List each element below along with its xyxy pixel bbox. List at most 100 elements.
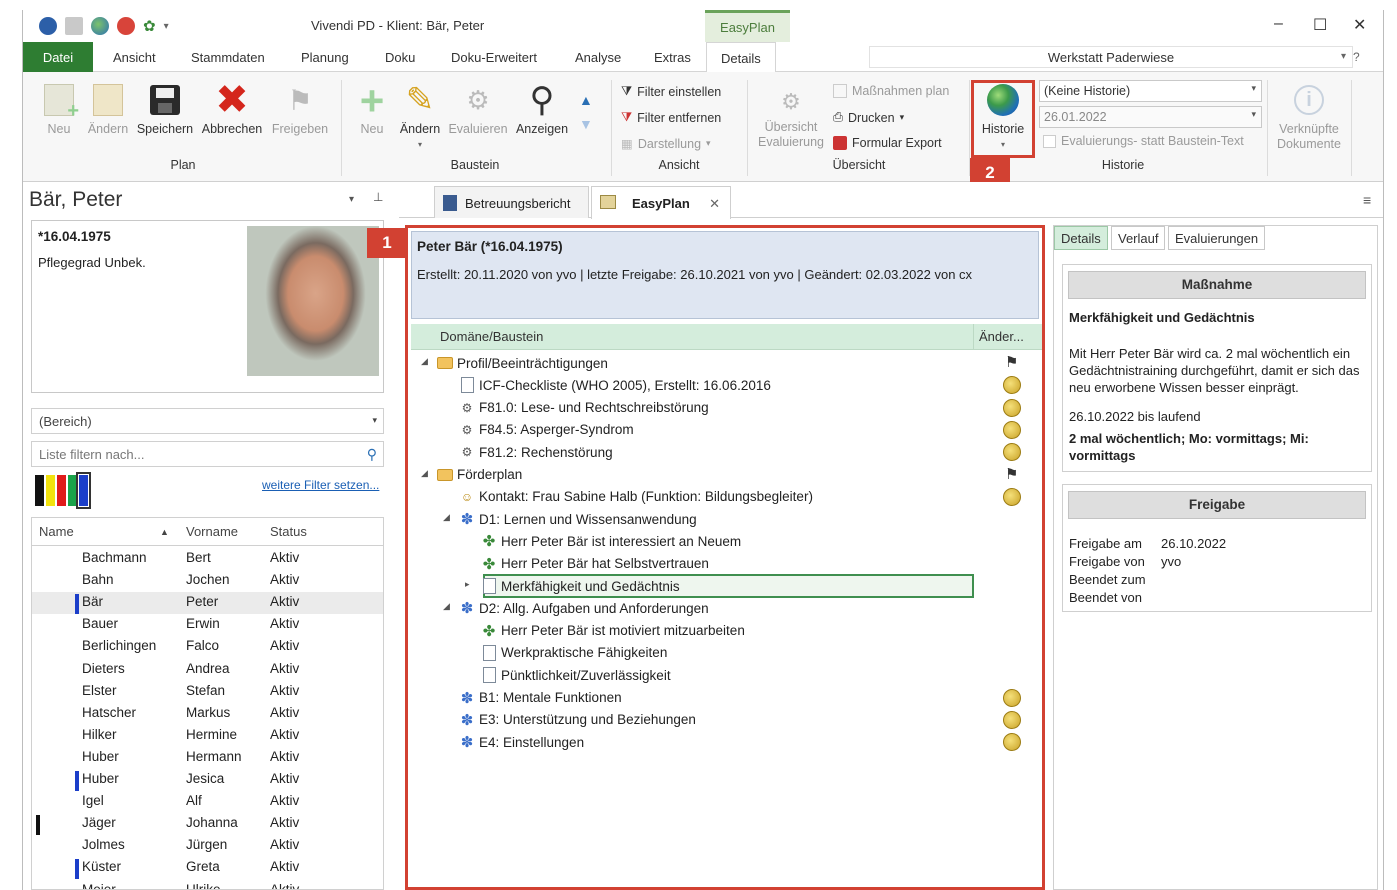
module-new-button[interactable]: + Neu (353, 79, 391, 137)
app-logo-icon[interactable] (39, 17, 57, 35)
tab-verlauf[interactable]: Verlauf (1111, 226, 1166, 250)
tab-doku[interactable]: Doku (385, 50, 415, 65)
globe-icon[interactable] (91, 17, 109, 35)
chevron-down-icon[interactable]: ▾ (1341, 51, 1346, 62)
tab-planung[interactable]: Planung (301, 50, 349, 65)
release-button[interactable]: ⚑ Freigeben (269, 82, 331, 137)
color-filter-black[interactable] (35, 475, 44, 506)
tree-row[interactable]: ICF-Checkliste (WHO 2005), Erstellt: 16.… (459, 374, 771, 396)
column-header-domain[interactable]: Domäne/Baustein (440, 329, 543, 344)
tree-row[interactable]: ✤ Herr Peter Bär ist motiviert mitzuarbei… (481, 620, 745, 642)
table-row[interactable]: Igel Alf Aktiv (32, 791, 383, 813)
table-row[interactable]: Bachmann Bert Aktiv (32, 548, 383, 570)
pin-icon[interactable]: ⊥ (373, 190, 383, 204)
collapse-icon[interactable]: ◢ (443, 601, 450, 612)
color-filter-green[interactable] (68, 475, 77, 506)
more-filters-link[interactable]: weitere Filter setzen... (262, 478, 379, 492)
menu-icon[interactable]: ≡ (1363, 192, 1371, 208)
tab-datei[interactable]: Datei (23, 42, 93, 72)
people-icon[interactable]: ✿ (143, 17, 156, 35)
form-export-button[interactable]: Formular Export (833, 136, 942, 150)
tree-row[interactable]: Pünktlichkeit/Zuverlässigkeit (481, 664, 671, 686)
column-header-status[interactable]: Status (270, 524, 307, 539)
tree-row[interactable]: Förderplan (437, 464, 522, 486)
column-header-changed[interactable]: Änder... (979, 329, 1024, 344)
table-row[interactable]: Bauer Erwin Aktiv (32, 614, 383, 636)
collapse-icon[interactable]: ◢ (421, 468, 428, 479)
tree-row[interactable]: ✽ B1: Mentale Funktionen (459, 687, 622, 709)
move-up-icon[interactable]: ▲ (579, 92, 593, 108)
linked-documents-button[interactable]: i Verknüpfte Dokumente (1271, 82, 1347, 152)
table-row[interactable]: Berlichingen Falco Aktiv (32, 636, 383, 658)
tab-details[interactable]: Details (706, 42, 776, 73)
table-row[interactable]: Hilker Hermine Aktiv (32, 725, 383, 747)
tree-row[interactable]: ✽ E4: Einstellungen (459, 731, 584, 753)
chevron-down-icon[interactable]: ▾ (349, 194, 354, 205)
table-row[interactable]: Meier Ulrike Aktiv (32, 880, 383, 890)
close-tab-icon[interactable]: ✕ (709, 196, 720, 212)
tree-row[interactable]: ✽ E3: Unterstützung und Beziehungen (459, 709, 696, 731)
color-filter-bars[interactable] (35, 472, 91, 509)
cancel-button[interactable]: ✖ Abbrechen (199, 80, 265, 137)
table-row[interactable]: Huber Hermann Aktiv (32, 747, 383, 769)
sort-ascending-icon[interactable]: ▲ (160, 527, 169, 537)
tab-doku-erweitert[interactable]: Doku-Erweitert (451, 50, 537, 65)
tab-betreuungsbericht[interactable]: Betreuungsbericht (434, 186, 589, 218)
tab-details-pane[interactable]: Details (1054, 226, 1108, 250)
plan-edit-button[interactable]: Ändern (85, 82, 131, 137)
table-row[interactable]: Jolmes Jürgen Aktiv (32, 835, 383, 857)
page-icon[interactable] (65, 17, 83, 35)
filter-set-button[interactable]: ⧩ Filter einstellen (621, 84, 721, 99)
plan-new-button[interactable]: + Neu (37, 82, 81, 137)
add-circle-icon[interactable] (117, 17, 135, 35)
filter-remove-button[interactable]: ⧩ Filter entfernen (621, 110, 721, 125)
move-down-icon[interactable]: ▼ (579, 116, 593, 132)
table-row[interactable]: Dieters Andrea Aktiv (32, 659, 383, 681)
display-button[interactable]: ▦ Darstellung ▾ (621, 136, 711, 152)
table-row[interactable]: Elster Stefan Aktiv (32, 681, 383, 703)
help-button[interactable]: ? (1353, 50, 1360, 64)
module-show-button[interactable]: ⚲ Anzeigen (511, 82, 573, 137)
minimize-button[interactable]: – (1274, 15, 1283, 33)
tree-row[interactable]: ⚙ F84.5: Asperger-Syndrom (459, 419, 634, 441)
list-filter-input[interactable]: Liste filtern nach... ⚲ (31, 441, 384, 467)
module-edit-button[interactable]: ✎ Ändern ▾ (397, 82, 443, 152)
color-filter-blue[interactable] (76, 472, 91, 509)
print-button[interactable]: ⎙ Drucken ▾ (833, 110, 904, 125)
tree-row[interactable]: ✤ Herr Peter Bär hat Selbstvertrauen (481, 553, 709, 575)
module-evaluate-button[interactable]: ⚙ Evaluieren (447, 82, 509, 137)
workshop-selector[interactable]: Werkstatt Paderwiese (869, 46, 1353, 68)
tab-ansicht[interactable]: Ansicht (113, 50, 156, 65)
tree-row[interactable]: ✤ Herr Peter Bär ist interessiert an Neue… (481, 530, 741, 552)
maximize-button[interactable]: ☐ (1313, 15, 1327, 35)
color-filter-red[interactable] (57, 475, 66, 506)
history-date-select[interactable]: 26.01.2022 ▾ (1039, 106, 1262, 128)
tab-easyplan[interactable]: EasyPlan ✕ (591, 186, 731, 219)
color-filter-yellow[interactable] (46, 475, 55, 506)
save-button[interactable]: Speichern (134, 82, 196, 137)
column-header-name[interactable]: Name (39, 524, 74, 539)
tab-stammdaten[interactable]: Stammdaten (191, 50, 265, 65)
table-row[interactable]: Küster Greta Aktiv (32, 857, 383, 880)
table-row[interactable]: Bär Peter Aktiv (32, 592, 383, 615)
overview-evaluation-button[interactable]: ⚙ Übersicht Evaluierung (753, 91, 829, 150)
close-button[interactable]: ✕ (1353, 15, 1366, 35)
tree-row[interactable]: ⚙ F81.0: Lese- und Rechtschreibstörung (459, 397, 709, 419)
table-row[interactable]: Bahn Jochen Aktiv (32, 570, 383, 592)
tab-extras[interactable]: Extras (654, 50, 691, 65)
tree-row[interactable]: Profil/Beeinträchtigungen (437, 352, 608, 374)
massnahmen-plan-button[interactable]: Maßnahmen plan (833, 84, 949, 98)
tree-row[interactable]: ☺ Kontakt: Frau Sabine Halb (Funktion: Bi… (459, 486, 813, 508)
expand-icon[interactable]: ▸ (465, 579, 470, 590)
tab-analyse[interactable]: Analyse (575, 50, 621, 65)
tab-evaluierungen[interactable]: Evaluierungen (1168, 226, 1266, 250)
collapse-icon[interactable]: ◢ (421, 356, 428, 367)
table-row[interactable]: Huber Jesica Aktiv (32, 769, 383, 791)
column-header-first-name[interactable]: Vorname (186, 524, 238, 539)
evaluation-text-checkbox[interactable]: Evaluierungs- statt Baustein-Text (1043, 134, 1244, 148)
tree-row[interactable]: Werkpraktische Fähigkeiten (481, 642, 667, 664)
tree-row[interactable]: ✽ D1: Lernen und Wissensanwendung (459, 508, 697, 530)
tree-row[interactable]: ⚙ F81.2: Rechenstörung (459, 441, 613, 463)
dropdown-icon[interactable]: ▾ (164, 21, 169, 32)
table-row[interactable]: Jäger Johanna Aktiv (32, 813, 383, 836)
